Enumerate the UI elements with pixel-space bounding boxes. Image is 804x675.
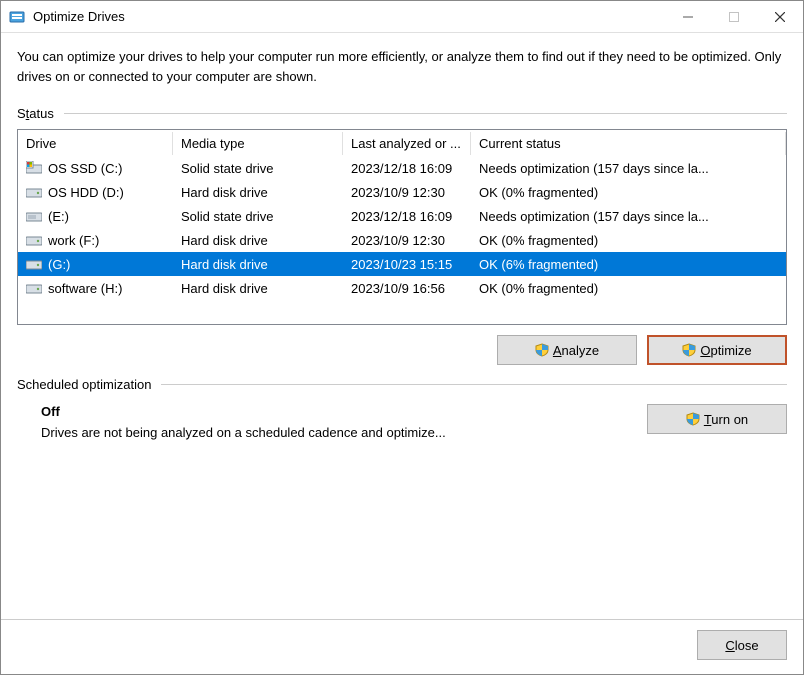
table-row[interactable]: OS HDD (D:) Hard disk drive2023/10/9 12:3… bbox=[18, 180, 786, 204]
schedule-description: Drives are not being analyzed on a sched… bbox=[41, 425, 627, 440]
turn-on-button[interactable]: Turn on bbox=[647, 404, 787, 434]
schedule-state: Off bbox=[41, 404, 627, 419]
shield-icon bbox=[686, 412, 700, 426]
last-cell: 2023/10/9 12:30 bbox=[343, 183, 471, 202]
table-row[interactable]: OS SSD (C:) Solid state drive2023/12/18 1… bbox=[18, 156, 786, 180]
last-cell: 2023/12/18 16:09 bbox=[343, 159, 471, 178]
drive-cell: (E:) bbox=[18, 207, 173, 226]
schedule-text: Off Drives are not being analyzed on a s… bbox=[41, 404, 627, 440]
app-icon bbox=[9, 9, 25, 25]
schedule-body: Off Drives are not being analyzed on a s… bbox=[17, 400, 787, 440]
media-cell: Solid state drive bbox=[173, 159, 343, 178]
divider bbox=[161, 384, 787, 385]
drive-icon bbox=[26, 185, 42, 199]
titlebar: Optimize Drives bbox=[1, 1, 803, 33]
content-area: You can optimize your drives to help you… bbox=[1, 33, 803, 619]
last-cell: 2023/12/18 16:09 bbox=[343, 207, 471, 226]
status-section-label: Status bbox=[17, 106, 787, 121]
drive-list-header: Drive Media type Last analyzed or ... Cu… bbox=[18, 130, 786, 156]
last-cell: 2023/10/9 12:30 bbox=[343, 231, 471, 250]
optimize-drives-window: Optimize Drives You can optimize your dr… bbox=[0, 0, 804, 675]
media-cell: Hard disk drive bbox=[173, 255, 343, 274]
col-header-last[interactable]: Last analyzed or ... bbox=[343, 132, 471, 155]
last-cell: 2023/10/9 16:56 bbox=[343, 279, 471, 298]
shield-icon bbox=[535, 343, 549, 357]
table-row[interactable]: (G:) Hard disk drive2023/10/23 15:15OK (6… bbox=[18, 252, 786, 276]
minimize-button[interactable] bbox=[665, 1, 711, 32]
status-cell: OK (6% fragmented) bbox=[471, 255, 786, 274]
drive-icon bbox=[26, 209, 42, 223]
media-cell: Hard disk drive bbox=[173, 183, 343, 202]
drive-name: work (F:) bbox=[48, 233, 99, 248]
drive-icon bbox=[26, 257, 42, 271]
drive-list[interactable]: Drive Media type Last analyzed or ... Cu… bbox=[17, 129, 787, 325]
status-cell: OK (0% fragmented) bbox=[471, 279, 786, 298]
schedule-section-label: Scheduled optimization bbox=[17, 377, 787, 392]
table-row[interactable]: software (H:) Hard disk drive2023/10/9 16… bbox=[18, 276, 786, 300]
status-cell: Needs optimization (157 days since la... bbox=[471, 159, 786, 178]
close-window-button[interactable] bbox=[757, 1, 803, 32]
drive-name: software (H:) bbox=[48, 281, 122, 296]
optimize-button[interactable]: Optimize bbox=[647, 335, 787, 365]
media-cell: Hard disk drive bbox=[173, 279, 343, 298]
status-cell: OK (0% fragmented) bbox=[471, 231, 786, 250]
table-row[interactable]: work (F:) Hard disk drive2023/10/9 12:30O… bbox=[18, 228, 786, 252]
maximize-button[interactable] bbox=[711, 1, 757, 32]
drive-name: OS SSD (C:) bbox=[48, 161, 122, 176]
drive-cell: software (H:) bbox=[18, 279, 173, 298]
drive-icon bbox=[26, 161, 42, 175]
drive-cell: work (F:) bbox=[18, 231, 173, 250]
media-cell: Hard disk drive bbox=[173, 231, 343, 250]
bottom-bar: Close bbox=[1, 619, 803, 674]
shield-icon bbox=[682, 343, 696, 357]
description-text: You can optimize your drives to help you… bbox=[17, 47, 787, 86]
table-row[interactable]: (E:) Solid state drive2023/12/18 16:09Nee… bbox=[18, 204, 786, 228]
divider bbox=[64, 113, 787, 114]
drive-icon bbox=[26, 233, 42, 247]
analyze-button[interactable]: Analyze bbox=[497, 335, 637, 365]
col-header-media[interactable]: Media type bbox=[173, 132, 343, 155]
drive-name: (G:) bbox=[48, 257, 70, 272]
close-button[interactable]: Close bbox=[697, 630, 787, 660]
drive-cell: (G:) bbox=[18, 255, 173, 274]
drive-cell: OS SSD (C:) bbox=[18, 159, 173, 178]
col-header-drive[interactable]: Drive bbox=[18, 132, 173, 155]
drive-name: (E:) bbox=[48, 209, 69, 224]
action-button-row: Analyze Optimize bbox=[17, 335, 787, 365]
window-controls bbox=[665, 1, 803, 32]
drive-name: OS HDD (D:) bbox=[48, 185, 124, 200]
drive-cell: OS HDD (D:) bbox=[18, 183, 173, 202]
status-cell: Needs optimization (157 days since la... bbox=[471, 207, 786, 226]
status-cell: OK (0% fragmented) bbox=[471, 183, 786, 202]
window-title: Optimize Drives bbox=[33, 9, 665, 24]
last-cell: 2023/10/23 15:15 bbox=[343, 255, 471, 274]
media-cell: Solid state drive bbox=[173, 207, 343, 226]
col-header-status[interactable]: Current status bbox=[471, 132, 786, 155]
drive-icon bbox=[26, 281, 42, 295]
